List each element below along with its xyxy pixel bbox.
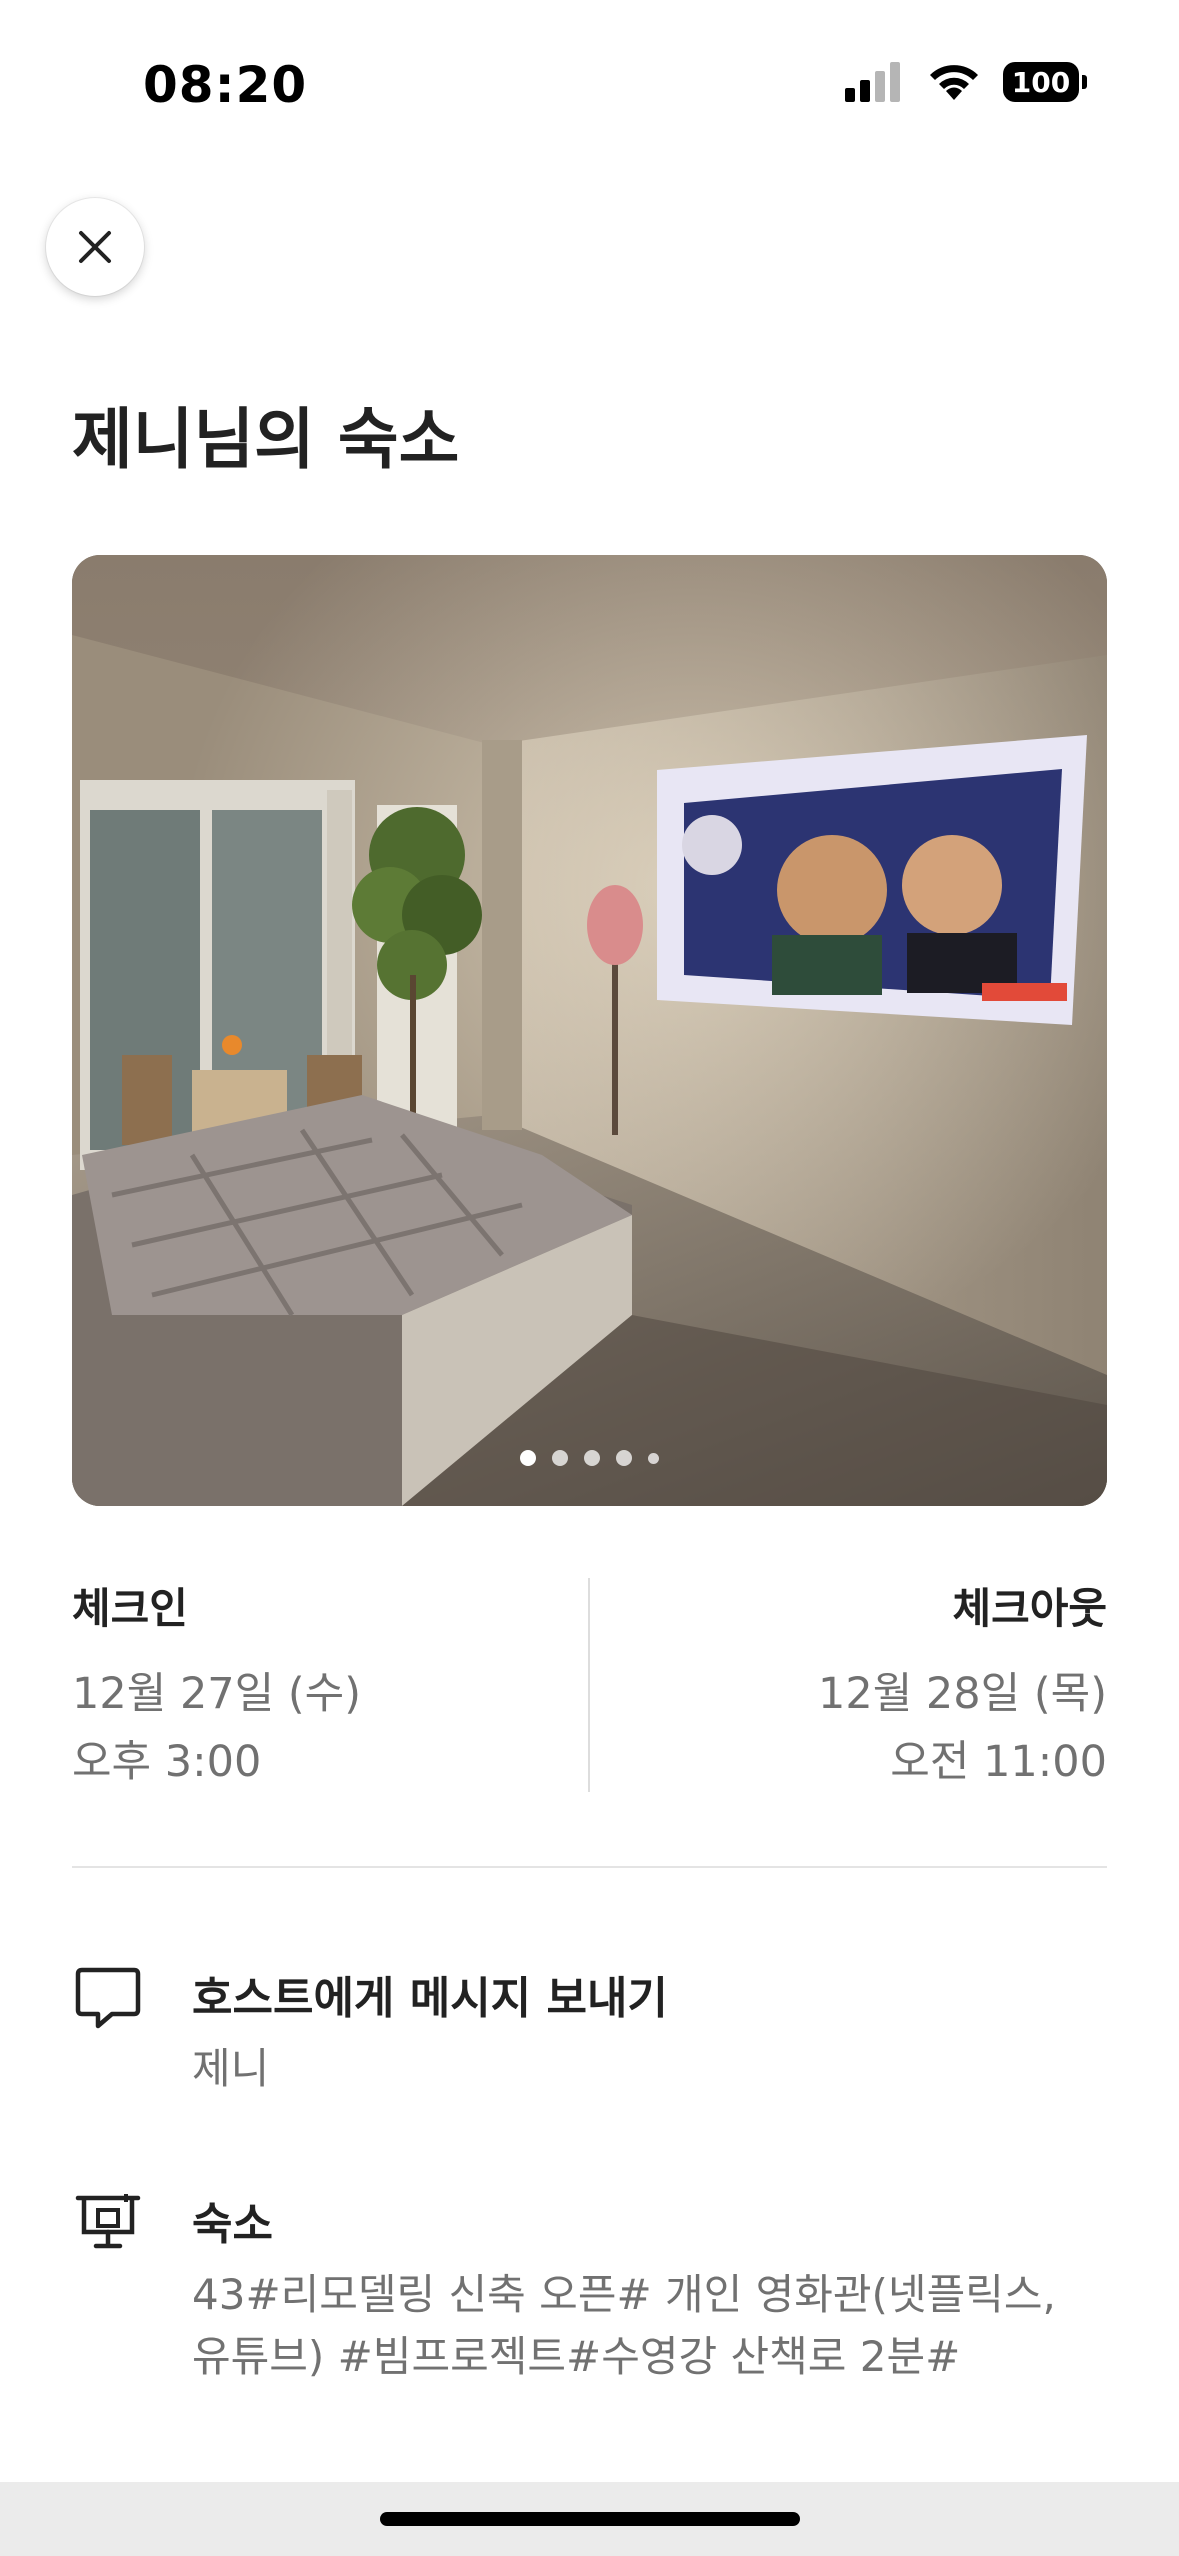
status-time: 08:20 (143, 56, 308, 114)
battery-level: 100 (1011, 65, 1071, 99)
close-button[interactable] (46, 198, 144, 296)
cellular-signal-icon (845, 62, 900, 102)
status-icons: 100 (845, 62, 1087, 102)
message-host-row[interactable]: 호스트에게 메시지 보내기 제니 (72, 1962, 1107, 2102)
accommodation-text: 숙소 43#리모델링 신축 오픈# 개인 영화관(넷플릭스, 유튜브) #빔프로… (192, 2188, 1107, 2388)
carousel-dot (520, 1450, 536, 1466)
checkout-time: 오전 11:00 (890, 1737, 1107, 1787)
carousel-dot (648, 1452, 659, 1464)
close-icon (79, 231, 111, 263)
checkout-label: 체크아웃 (952, 1584, 1107, 1633)
message-host-title: 호스트에게 메시지 보내기 (192, 1973, 668, 2024)
checkout-date: 12월 28일 (목) (817, 1669, 1107, 1719)
wifi-icon (930, 65, 978, 100)
host-name: 제니 (192, 2044, 270, 2093)
battery-icon: 100 (1003, 62, 1087, 102)
checkin-time: 오후 3:00 (72, 1737, 262, 1787)
carousel-dot (552, 1450, 568, 1466)
house-icon (75, 2194, 141, 2249)
home-indicator[interactable] (380, 2512, 800, 2526)
listing-title: 제니님의 숙소 (72, 401, 460, 478)
checkout-section: 체크아웃 12월 28일 (목) 오전 11:00 (817, 1575, 1107, 1787)
section-divider (72, 1866, 1107, 1868)
reservation-detail-screen: 08:20 100 제니님의 숙소 체크인 12월 27일 (수) 오후 3:0… (0, 0, 1179, 2556)
accommodation-row[interactable]: 숙소 43#리모델링 신축 오픈# 개인 영화관(넷플릭스, 유튜브) #빔프로… (72, 2188, 1107, 2408)
message-host-text: 호스트에게 메시지 보내기 제니 (192, 1962, 1107, 2100)
carousel-pagination (72, 1450, 1107, 1466)
checkin-label: 체크인 (72, 1584, 188, 1633)
carousel-dot (584, 1450, 600, 1466)
checkin-section: 체크인 12월 27일 (수) 오후 3:00 (72, 1575, 362, 1787)
listing-photo (72, 555, 1107, 1506)
accommodation-title: 숙소 (192, 2199, 273, 2250)
chat-bubble-icon (75, 1967, 141, 2029)
carousel-dot (616, 1450, 632, 1466)
vertical-divider (588, 1578, 590, 1792)
listing-photo-carousel[interactable] (72, 555, 1107, 1506)
checkin-date: 12월 27일 (수) (72, 1669, 362, 1719)
accommodation-name: 43#리모델링 신축 오픈# 개인 영화관(넷플릭스, 유튜브) #빔프로젝트#… (192, 2270, 1056, 2381)
